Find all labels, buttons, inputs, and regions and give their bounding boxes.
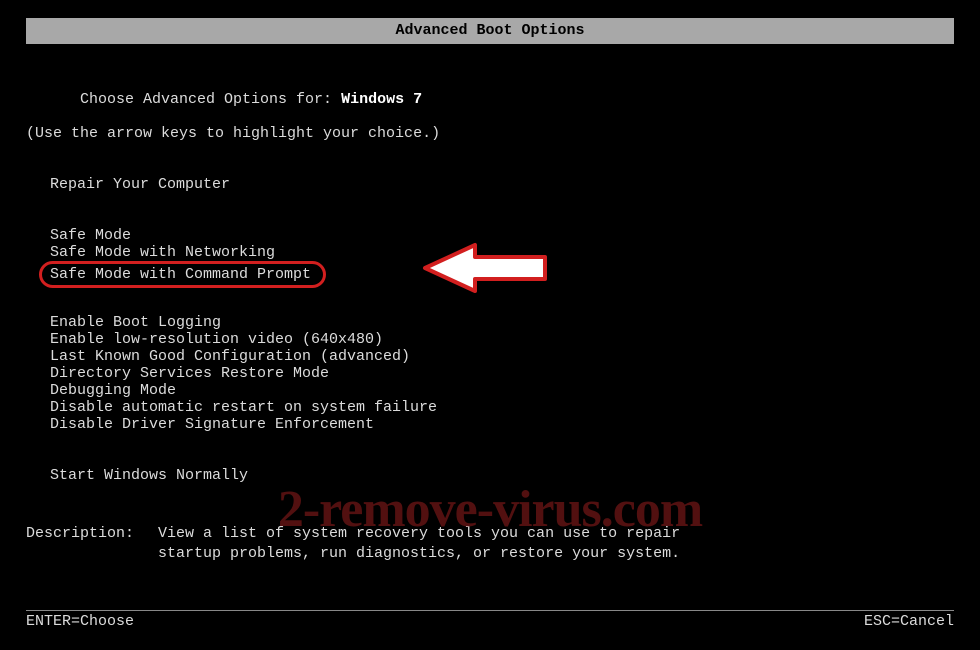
choose-prefix: Choose Advanced Options for: (80, 91, 341, 108)
boot-screen: Advanced Boot Options Choose Advanced Op… (0, 0, 980, 650)
menu-item-debug[interactable]: Debugging Mode (50, 382, 954, 399)
menu-item-start-normal[interactable]: Start Windows Normally (50, 467, 954, 484)
hint-line: (Use the arrow keys to highlight your ch… (26, 125, 954, 142)
menu-item-safe-mode-cmd[interactable]: Safe Mode with Command Prompt (50, 266, 311, 283)
choose-line: Choose Advanced Options for: Windows 7 (26, 74, 954, 125)
menu-item-dsrm[interactable]: Directory Services Restore Mode (50, 365, 954, 382)
menu-item-lowres[interactable]: Enable low-resolution video (640x480) (50, 331, 954, 348)
highlight-ring: Safe Mode with Command Prompt (39, 261, 326, 288)
os-name: Windows 7 (341, 91, 422, 108)
title-text: Advanced Boot Options (395, 22, 584, 39)
menu-item-repair[interactable]: Repair Your Computer (50, 176, 954, 193)
content-area: Choose Advanced Options for: Windows 7 (… (0, 44, 980, 564)
footer-esc: ESC=Cancel (864, 613, 954, 630)
safe-mode-group: Safe Mode Safe Mode with Networking Safe… (26, 227, 954, 288)
footer-enter: ENTER=Choose (26, 613, 134, 630)
menu-item-disable-restart[interactable]: Disable automatic restart on system fail… (50, 399, 954, 416)
description-label: Description: (26, 524, 158, 564)
menu-item-disable-sig[interactable]: Disable Driver Signature Enforcement (50, 416, 954, 433)
footer-bar: ENTER=Choose ESC=Cancel (26, 610, 954, 630)
description-text: View a list of system recovery tools you… (158, 524, 718, 564)
advanced-group: Enable Boot Logging Enable low-resolutio… (26, 314, 954, 433)
menu-item-boot-logging[interactable]: Enable Boot Logging (50, 314, 954, 331)
menu-item-lkgc[interactable]: Last Known Good Configuration (advanced) (50, 348, 954, 365)
description-row: Description: View a list of system recov… (26, 524, 954, 564)
pointer-arrow-icon (420, 239, 550, 297)
title-bar: Advanced Boot Options (26, 18, 954, 44)
